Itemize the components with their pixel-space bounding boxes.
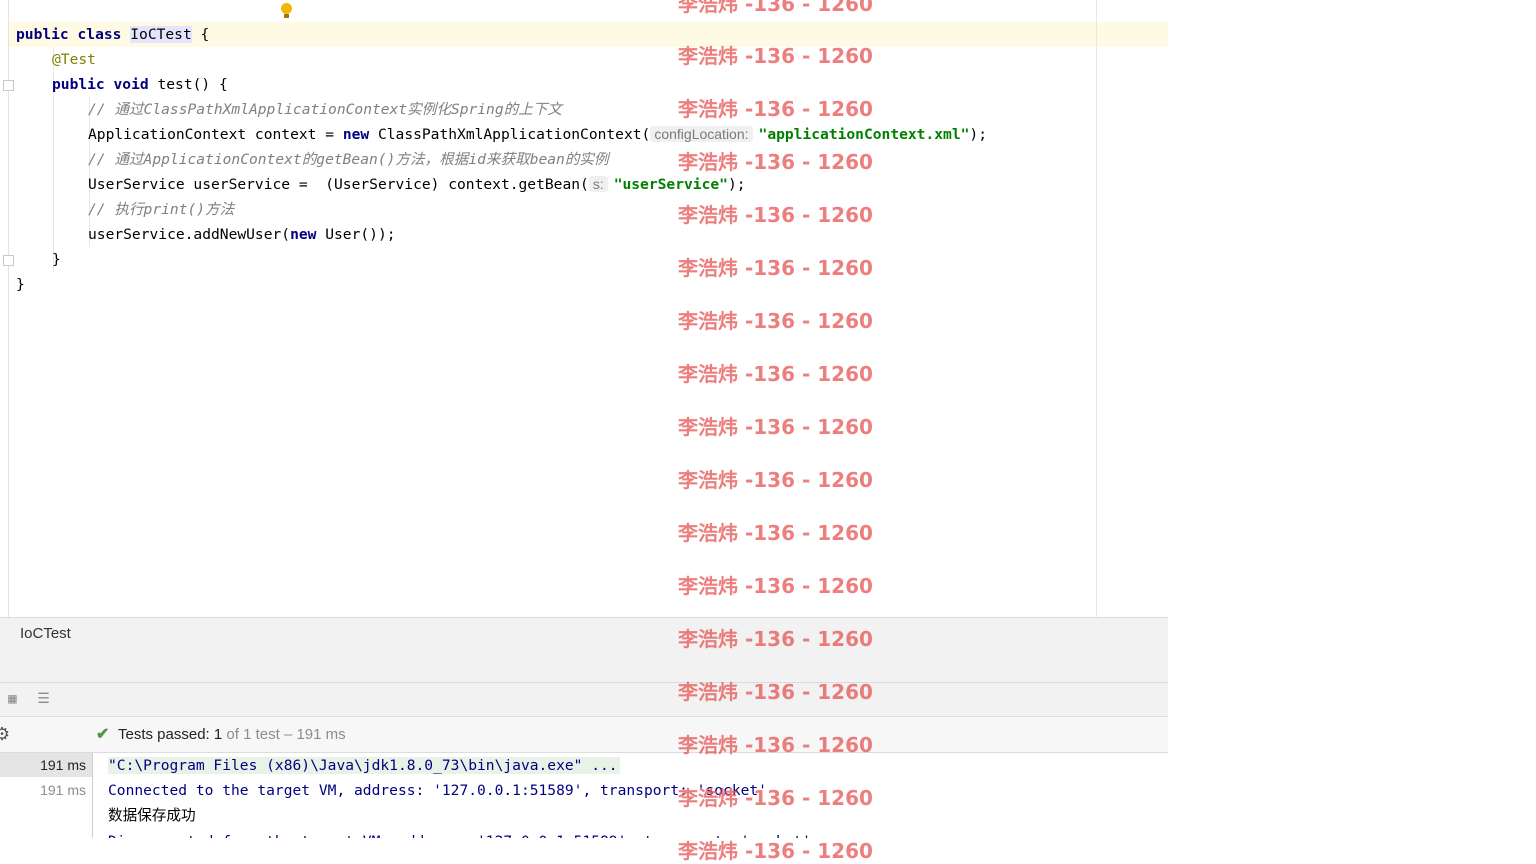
watermark: 李浩炜 -136 - 1260 — [678, 627, 873, 651]
right-margin-guide — [1096, 0, 1097, 617]
code-text: ); — [969, 126, 987, 143]
keyword: class — [77, 26, 122, 43]
check-icon: ✔ — [96, 726, 110, 743]
sort-icon[interactable]: ☰ — [36, 692, 51, 706]
test-status-text: Tests passed: 1 of 1 test – 191 ms — [118, 717, 346, 752]
code-line-service[interactable]: UserService userService = (UserService) … — [88, 172, 746, 197]
editor-gutter — [0, 0, 9, 617]
watermark: 李浩炜 -136 - 1260 — [678, 574, 873, 598]
test-status-bar: ⚙ ✔ Tests passed: 1 of 1 test – 191 ms — [0, 717, 1168, 753]
comment: // 执行print()方法 — [88, 201, 235, 218]
watermark: 李浩炜 -136 - 1260 — [678, 97, 873, 121]
code-text: UserService userService = (UserService) … — [88, 176, 589, 193]
code-line-annotation[interactable]: @Test — [52, 47, 96, 72]
code-line-close-class[interactable]: } — [16, 272, 25, 297]
code-text: ApplicationContext context = — [88, 126, 343, 143]
console-output[interactable]: "C:\Program Files (x86)\Java\jdk1.8.0_73… — [93, 753, 1168, 838]
watermark: 李浩炜 -136 - 1260 — [678, 468, 873, 492]
code-text: ); — [727, 176, 746, 193]
watermark: 李浩炜 -136 - 1260 — [678, 680, 873, 704]
code-text: test() { — [148, 76, 228, 93]
watermark: 李浩炜 -136 - 1260 — [678, 415, 873, 439]
test-timings: 191 ms 191 ms — [0, 753, 93, 838]
string-literal: "applicationContext.xml" — [758, 126, 970, 143]
fold-icon[interactable] — [3, 255, 14, 266]
code-text: } — [16, 276, 25, 293]
watermark: 李浩炜 -136 - 1260 — [678, 44, 873, 68]
watermark: 李浩炜 -136 - 1260 — [678, 839, 873, 863]
console-line: "C:\Program Files (x86)\Java\jdk1.8.0_73… — [108, 753, 620, 778]
status-detail: of 1 test – 191 ms — [226, 726, 346, 743]
keyword: new — [342, 126, 370, 143]
watermark: 李浩炜 -136 - 1260 — [678, 309, 873, 333]
table-icon[interactable]: ▦ — [5, 692, 20, 706]
status-count: 1 — [213, 726, 223, 743]
watermark: 李浩炜 -136 - 1260 — [678, 362, 873, 386]
parameter-hint: s: — [588, 176, 608, 192]
keyword: public — [52, 76, 105, 93]
watermark: 李浩炜 -136 - 1260 — [678, 256, 873, 280]
watermark: 李浩炜 -136 - 1260 — [678, 786, 873, 810]
code-line-class-decl[interactable]: public class IoCTest { — [16, 22, 209, 47]
code-text: } — [52, 251, 61, 268]
code-text: { — [191, 26, 210, 43]
watermark: 李浩炜 -136 - 1260 — [678, 150, 873, 174]
comment: // 通过ApplicationContext的getBean()方法，根据id… — [88, 151, 609, 168]
code-line-comment[interactable]: // 通过ApplicationContext的getBean()方法，根据id… — [88, 147, 609, 172]
watermark: 李浩炜 -136 - 1260 — [678, 0, 873, 16]
console-line: Disconnected from the target VM, address… — [108, 829, 811, 838]
keyword: public — [16, 26, 69, 43]
breadcrumb[interactable]: IoCTest — [0, 617, 1168, 650]
console-line: Connected to the target VM, address: '12… — [108, 782, 767, 799]
timing-row[interactable]: 191 ms — [40, 778, 86, 802]
parameter-hint: configLocation: — [650, 126, 753, 142]
watermark: 李浩炜 -136 - 1260 — [678, 521, 873, 545]
console-line: 数据保存成功 — [108, 807, 196, 824]
code-line-comment[interactable]: // 执行print()方法 — [88, 197, 234, 222]
code-line-context[interactable]: ApplicationContext context = new ClassPa… — [88, 122, 987, 147]
keyword: void — [113, 76, 149, 93]
run-toolbar: ▦ ☰ — [0, 683, 1168, 717]
fold-icon[interactable] — [3, 80, 14, 91]
code-line-add-user[interactable]: userService.addNewUser(new User()); — [88, 222, 396, 247]
code-line-comment[interactable]: // 通过ClassPathXmlApplicationContext实例化Sp… — [88, 97, 562, 122]
breadcrumb-item[interactable]: IoCTest — [20, 625, 71, 642]
bulb-icon[interactable] — [281, 3, 292, 18]
console-command: "C:\Program Files (x86)\Java\jdk1.8.0_73… — [108, 757, 620, 774]
string-literal: "userService" — [613, 176, 728, 193]
code-line-method-decl[interactable]: public void test() { — [52, 72, 228, 97]
watermark: 李浩炜 -136 - 1260 — [678, 203, 873, 227]
code-text: ClassPathXmlApplicationContext( — [369, 126, 651, 143]
code-editor[interactable]: public class IoCTest { @Test public void… — [0, 0, 1168, 617]
timing-row[interactable]: 191 ms — [0, 753, 92, 777]
run-panel-header — [0, 649, 1168, 683]
code-text: userService.addNewUser( — [88, 226, 291, 243]
watermark: 李浩炜 -136 - 1260 — [678, 733, 873, 757]
annotation: @Test — [52, 51, 96, 68]
code-text: User()); — [316, 226, 396, 243]
keyword: new — [290, 226, 317, 243]
gear-icon[interactable]: ⚙ — [0, 717, 10, 752]
class-name: IoCTest — [130, 26, 192, 43]
code-line-close-method[interactable]: } — [52, 247, 61, 272]
comment: // 通过ClassPathXmlApplicationContext实例化Sp… — [88, 101, 563, 118]
status-label: Tests passed: — [118, 726, 210, 743]
